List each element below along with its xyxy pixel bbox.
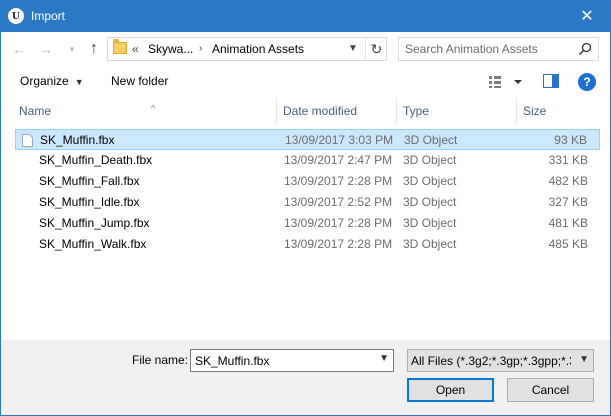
organize-label: Organize	[20, 74, 69, 88]
organize-button[interactable]: Organize ▼	[20, 74, 84, 88]
file-row[interactable]: SK_Muffin.fbx 13/09/2017 3:03 PM 3D Obje…	[15, 129, 600, 150]
file-date: 13/09/2017 2:47 PM	[284, 153, 393, 167]
refresh-icon[interactable]: ↻	[365, 38, 387, 60]
unreal-app-icon: U	[8, 8, 24, 24]
column-name-label: Name	[19, 104, 52, 118]
file-size: 481 KB	[548, 216, 588, 230]
file-size: 93 KB	[554, 133, 587, 147]
open-button[interactable]: Open	[407, 378, 494, 402]
column-size[interactable]: Size	[517, 98, 599, 124]
breadcrumb-separator-icon[interactable]: ›	[199, 43, 202, 54]
cancel-button[interactable]: Cancel	[507, 378, 594, 402]
file-row[interactable]: SK_Muffin_Idle.fbx 13/09/2017 2:52 PM 3D…	[15, 192, 600, 213]
file-type: 3D Object	[403, 153, 457, 167]
close-icon[interactable]: ✕	[564, 1, 610, 32]
help-icon[interactable]: ?	[578, 73, 596, 91]
file-type: 3D Object	[403, 174, 457, 188]
file-date: 13/09/2017 2:52 PM	[284, 195, 393, 209]
sort-ascending-icon: ^	[151, 103, 156, 113]
window-title: Import	[31, 9, 66, 23]
dialog-footer: File name: ▼ All Files (*.3g2;*.3gp;*.3g…	[1, 340, 610, 415]
file-date: 13/09/2017 2:28 PM	[284, 174, 393, 188]
file-size: 485 KB	[548, 237, 588, 251]
breadcrumb-overflow[interactable]: «	[132, 42, 139, 56]
new-folder-button[interactable]: New folder	[111, 74, 168, 88]
folder-icon	[113, 39, 127, 54]
title-bar[interactable]: U Import ✕	[1, 1, 610, 32]
file-row[interactable]: SK_Muffin_Fall.fbx 13/09/2017 2:28 PM 3D…	[15, 171, 600, 192]
back-arrow-icon[interactable]: ←	[10, 40, 28, 58]
file-date: 13/09/2017 2:28 PM	[284, 216, 393, 230]
file-name: SK_Muffin_Idle.fbx	[39, 195, 140, 209]
import-dialog: U Import ✕ ← → ▾ ↑ « Skywa... › Animatio…	[0, 0, 611, 416]
file-type-filter-value: All Files (*.3g2;*.3gp;*.3gpp;*.3g	[411, 354, 571, 368]
address-bar[interactable]: « Skywa... › Animation Assets ▼ ↻	[107, 37, 387, 61]
file-type: 3D Object	[403, 195, 457, 209]
chevron-down-icon[interactable]: ▼	[379, 353, 389, 364]
recent-locations-chevron-icon[interactable]: ▾	[63, 40, 81, 58]
file-type-filter-select[interactable]: All Files (*.3g2;*.3gp;*.3gpp;*.3g ▼	[407, 349, 594, 372]
file-row[interactable]: SK_Muffin_Death.fbx 13/09/2017 2:47 PM 3…	[15, 150, 600, 171]
chevron-down-icon[interactable]: ▼	[579, 354, 589, 365]
file-name-input[interactable]	[195, 353, 373, 369]
file-icon	[22, 134, 33, 147]
file-name: SK_Muffin_Death.fbx	[39, 153, 153, 167]
file-type: 3D Object	[403, 237, 457, 251]
file-name: SK_Muffin.fbx	[40, 133, 115, 147]
search-box[interactable]	[398, 37, 599, 61]
address-dropdown-chevron-icon[interactable]: ▼	[346, 41, 360, 57]
file-row[interactable]: SK_Muffin_Walk.fbx 13/09/2017 2:28 PM 3D…	[15, 234, 600, 255]
file-size: 331 KB	[548, 153, 588, 167]
file-name-label: File name:	[132, 353, 189, 367]
change-view-icon[interactable]	[487, 74, 527, 90]
file-type: 3D Object	[403, 216, 457, 230]
file-name: SK_Muffin_Walk.fbx	[39, 237, 147, 251]
search-icon[interactable]	[578, 42, 592, 56]
column-date-modified[interactable]: Date modified	[277, 98, 397, 124]
search-input[interactable]	[405, 41, 565, 57]
breadcrumb-item-animation-assets[interactable]: Animation Assets	[212, 42, 304, 56]
column-type[interactable]: Type	[397, 98, 517, 124]
file-date: 13/09/2017 2:28 PM	[284, 237, 393, 251]
file-date: 13/09/2017 3:03 PM	[285, 133, 394, 147]
column-name[interactable]: Name ^	[13, 98, 277, 124]
address-row: ← → ▾ ↑ « Skywa... › Animation Assets ▼ …	[1, 32, 610, 66]
file-size: 482 KB	[548, 174, 588, 188]
file-name: SK_Muffin_Fall.fbx	[39, 174, 140, 188]
command-toolbar: Organize ▼ New folder ?	[1, 66, 610, 98]
file-type: 3D Object	[404, 133, 458, 147]
forward-arrow-icon[interactable]: →	[37, 40, 55, 58]
file-size: 327 KB	[548, 195, 588, 209]
up-arrow-icon[interactable]: ↑	[85, 40, 103, 58]
file-list: SK_Muffin.fbx 13/09/2017 3:03 PM 3D Obje…	[1, 128, 610, 338]
column-header: Name ^ Date modified Type Size	[1, 98, 610, 124]
preview-pane-icon[interactable]	[543, 74, 559, 88]
breadcrumb-item-skywa[interactable]: Skywa...	[148, 42, 193, 56]
file-name: SK_Muffin_Jump.fbx	[39, 216, 150, 230]
file-name-combobox[interactable]: ▼	[190, 349, 394, 372]
file-row[interactable]: SK_Muffin_Jump.fbx 13/09/2017 2:28 PM 3D…	[15, 213, 600, 234]
chevron-down-icon: ▼	[74, 77, 84, 87]
